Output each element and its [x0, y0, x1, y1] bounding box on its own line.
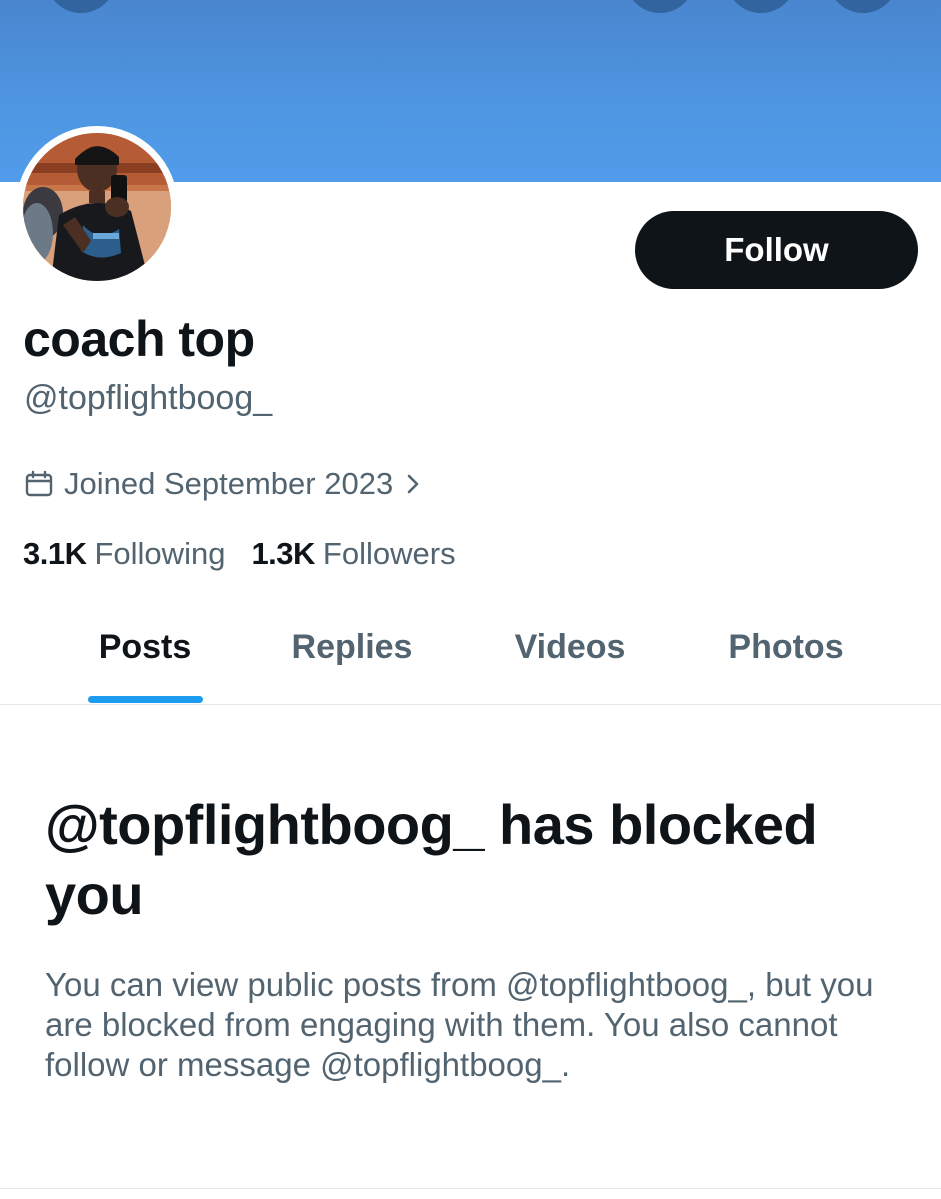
following-link[interactable]: 3.1K Following [23, 536, 225, 572]
followers-label: Followers [322, 536, 456, 571]
following-label: Following [94, 536, 226, 571]
search-button[interactable] [726, 0, 796, 13]
joined-date[interactable]: Joined September 2023 [24, 463, 423, 505]
profile-tabs: Posts Replies Videos Photos [0, 612, 941, 705]
calendar-icon [24, 469, 54, 499]
tab-videos[interactable]: Videos [475, 612, 665, 704]
tab-replies[interactable]: Replies [257, 612, 447, 704]
avatar[interactable] [23, 133, 171, 281]
grok-button[interactable] [625, 0, 695, 13]
profile-stats: 3.1K Following 1.3K Followers [23, 536, 456, 572]
joined-label: Joined September 2023 [64, 466, 394, 501]
blocked-description: You can view public posts from @topfligh… [45, 966, 874, 1083]
tab-photos[interactable]: Photos [691, 612, 881, 704]
follow-button[interactable]: Follow [635, 211, 918, 289]
blocked-title: @topflightboog_ has blocked you [45, 793, 818, 926]
back-button[interactable] [46, 0, 116, 13]
avatar-photo [23, 133, 171, 281]
chevron-right-icon [403, 472, 423, 496]
profile-handle: @topflightboog_ [24, 379, 273, 417]
following-count: 3.1K [23, 536, 87, 571]
display-name: coach top [23, 311, 255, 367]
divider [0, 1188, 941, 1189]
tab-posts[interactable]: Posts [50, 612, 240, 704]
active-tab-indicator [88, 696, 203, 703]
followers-count: 1.3K [251, 536, 315, 571]
followers-link[interactable]: 1.3K Followers [251, 536, 455, 572]
more-button[interactable] [828, 0, 898, 13]
